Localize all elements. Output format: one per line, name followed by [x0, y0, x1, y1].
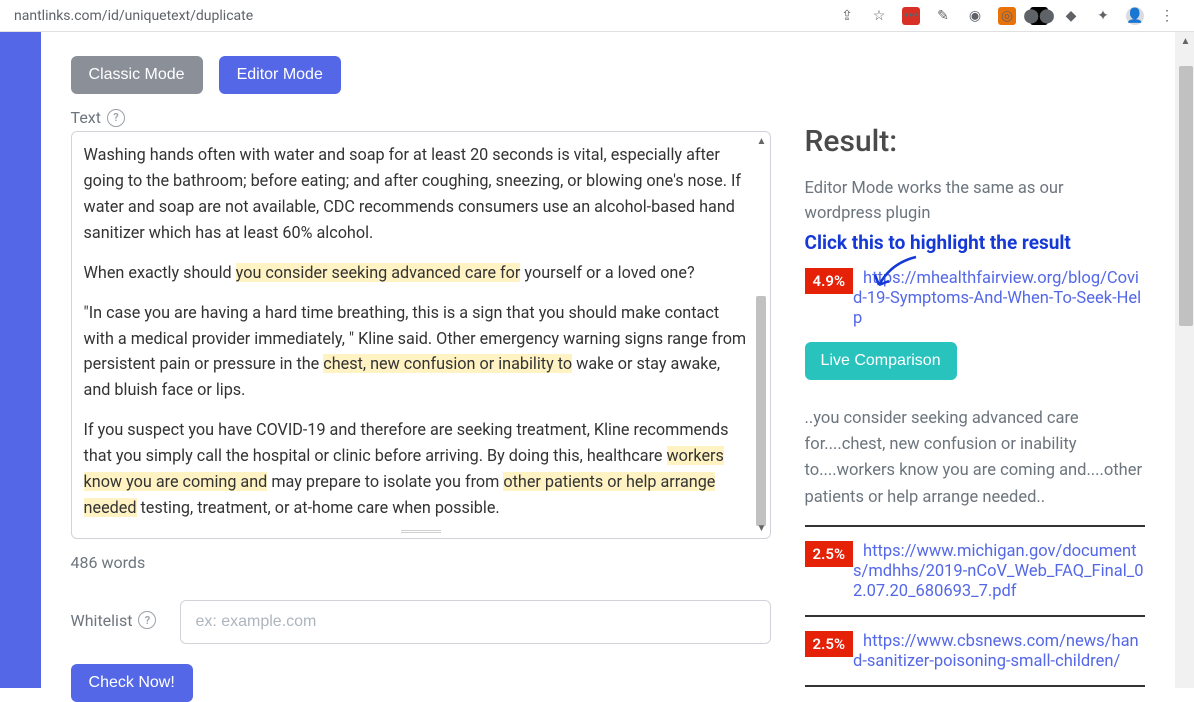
extension-feather-icon[interactable]: ✎	[934, 7, 952, 25]
editor-content[interactable]: Washing hands often with water and soap …	[72, 132, 770, 538]
page-scrollbar[interactable]: ▲	[1175, 32, 1194, 688]
extension-red-icon[interactable]: •••	[902, 7, 920, 25]
result-item: 4.9% https://mhealthfairview.org/blog/Co…	[805, 268, 1145, 512]
scroll-down-icon[interactable]: ▼	[757, 523, 767, 534]
percentage-badge[interactable]: 2.5%	[805, 541, 853, 567]
whitelist-label-text: Whitelist	[71, 611, 133, 630]
share-icon[interactable]: ⇪	[838, 7, 856, 25]
percentage-badge[interactable]: 4.9%	[805, 268, 853, 294]
classic-mode-button[interactable]: Classic Mode	[71, 56, 203, 94]
result-item: 2.5% https://www.cbsnews.com/news/hand-s…	[805, 631, 1145, 671]
divider	[805, 685, 1145, 687]
extension-cube-icon[interactable]: ◆	[1062, 7, 1080, 25]
browser-menu-icon[interactable]: ⋮	[1158, 7, 1176, 25]
result-subtitle: Editor Mode works the same as our wordpr…	[805, 177, 1145, 227]
editor-paragraph: Washing hands often with water and soap …	[84, 142, 748, 246]
whitelist-input[interactable]	[180, 600, 770, 644]
word-count: 486 words	[71, 553, 771, 572]
callout-annotation: Click this to highlight the result	[805, 231, 1145, 254]
whitelist-label: Whitelist ?	[71, 611, 157, 630]
browser-address-bar: nantlinks.com/id/uniquetext/duplicate ⇪ …	[0, 0, 1194, 32]
divider	[805, 615, 1145, 617]
extensions-puzzle-icon[interactable]: ✦	[1094, 7, 1112, 25]
result-snippet: ..you consider seeking advanced care for…	[805, 406, 1145, 512]
editor-paragraph: "In case you are having a hard time brea…	[84, 300, 748, 404]
profile-avatar-icon[interactable]: 👤	[1126, 7, 1144, 25]
bookmark-star-icon[interactable]: ☆	[870, 7, 888, 25]
editor-paragraph: When exactly should you consider seeking…	[84, 260, 748, 286]
text-editor[interactable]: Washing hands often with water and soap …	[71, 131, 771, 539]
result-item: 2.5% https://www.michigan.gov/documents/…	[805, 541, 1145, 601]
help-icon[interactable]: ?	[107, 109, 125, 127]
scroll-thumb[interactable]	[1179, 66, 1193, 326]
url-text[interactable]: nantlinks.com/id/uniquetext/duplicate	[10, 8, 838, 24]
text-label-text: Text	[71, 108, 101, 127]
result-heading: Result:	[805, 124, 1145, 159]
scroll-up-icon[interactable]: ▲	[1181, 36, 1191, 47]
help-icon[interactable]: ?	[138, 611, 156, 629]
browser-extensions: ⇪ ☆ ••• ✎ ◉ ◎ ⬤⬤ ◆ ✦ 👤 ⋮	[838, 7, 1184, 25]
extension-blue-icon[interactable]: ◉	[966, 7, 984, 25]
highlighted-text: chest, new confusion or inability to	[323, 354, 572, 373]
editor-paragraph: If you suspect you have COVID-19 and the…	[84, 417, 748, 521]
resize-handle[interactable]	[401, 530, 441, 536]
result-link[interactable]: https://www.michigan.gov/documents/mdhhs…	[853, 542, 1143, 601]
extension-orange-icon[interactable]: ◎	[998, 7, 1016, 25]
extension-incognito-icon[interactable]: ⬤⬤	[1030, 7, 1048, 25]
callout-text: Click this to highlight the result	[805, 231, 1071, 254]
editor-scrollbar[interactable]: ▲ ▼	[756, 136, 768, 534]
arrow-icon	[871, 255, 921, 291]
sidebar-stripe	[0, 32, 41, 688]
scroll-thumb[interactable]	[756, 296, 766, 526]
result-link[interactable]: https://www.cbsnews.com/news/hand-saniti…	[853, 632, 1139, 671]
divider	[805, 525, 1145, 527]
percentage-badge[interactable]: 2.5%	[805, 631, 853, 657]
scroll-up-icon[interactable]: ▲	[757, 136, 767, 147]
text-label: Text ?	[71, 108, 125, 127]
editor-mode-button[interactable]: Editor Mode	[219, 56, 341, 94]
highlighted-text: you consider seeking advanced care for	[236, 263, 521, 282]
check-now-button[interactable]: Check Now!	[71, 664, 193, 702]
live-comparison-button[interactable]: Live Comparison	[805, 342, 957, 380]
